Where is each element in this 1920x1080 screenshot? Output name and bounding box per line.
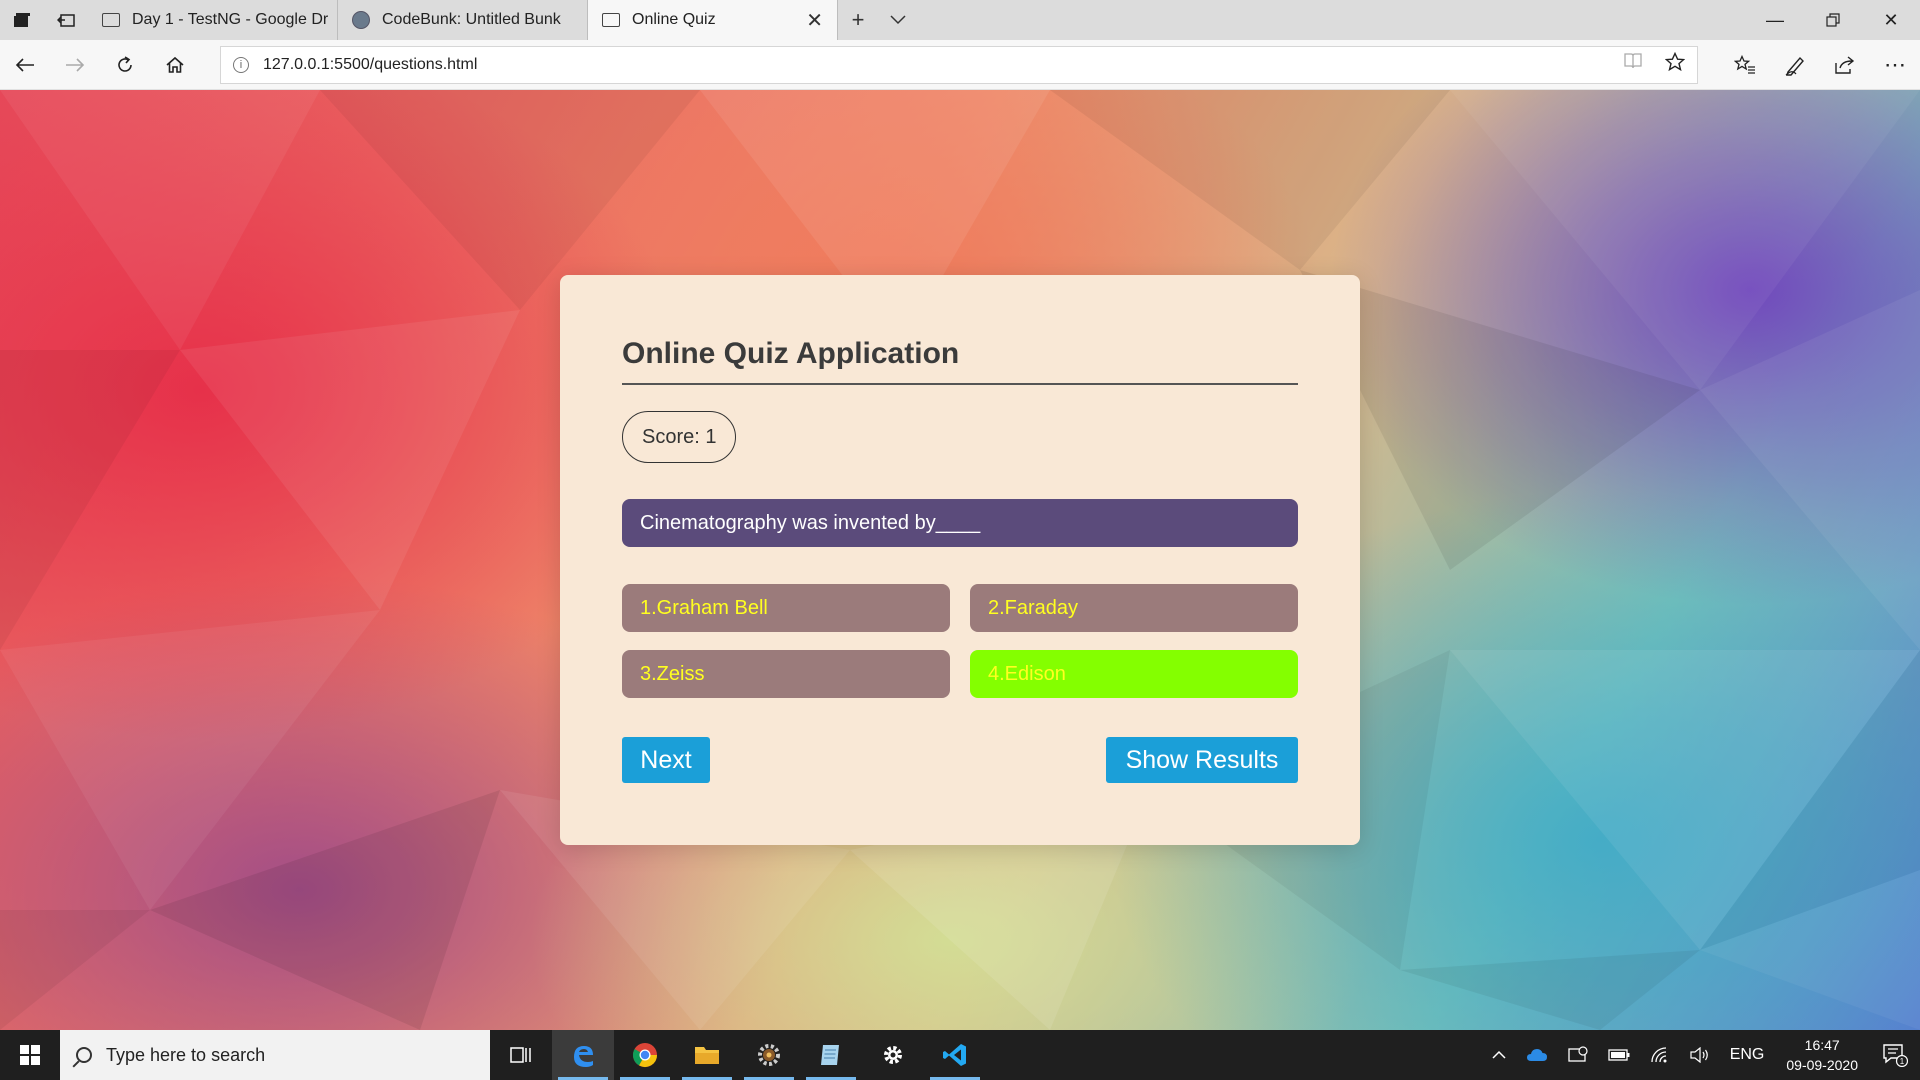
page-background: Online Quiz Application Score: 1 Cinemat… — [0, 90, 1920, 1030]
settings-icon[interactable] — [862, 1030, 924, 1080]
codebunk-icon — [352, 11, 370, 29]
page-icon — [102, 13, 120, 27]
share-icon[interactable] — [1820, 40, 1870, 90]
new-tab-icon[interactable]: + — [838, 0, 878, 40]
clock-date: 09-09-2020 — [1786, 1057, 1858, 1073]
reading-view-icon[interactable] — [1623, 52, 1643, 78]
volume-icon[interactable] — [1680, 1047, 1720, 1063]
action-center-icon[interactable]: 1 — [1870, 1043, 1920, 1067]
back-icon[interactable] — [0, 40, 50, 90]
tab-codebunk[interactable]: CodeBunk: Untitled Bunk — [338, 0, 588, 40]
tab-list-chevron-icon[interactable] — [878, 0, 918, 40]
windows-logo-icon — [20, 1045, 40, 1065]
web-note-pen-icon[interactable] — [1770, 40, 1820, 90]
chrome-icon[interactable] — [614, 1030, 676, 1080]
question-text: Cinematography was invented by____ — [622, 499, 1298, 547]
quiz-card: Online Quiz Application Score: 1 Cinemat… — [560, 275, 1360, 845]
tab-title: Online Quiz — [632, 11, 716, 28]
restore-icon[interactable] — [1804, 0, 1862, 40]
minimize-icon[interactable]: — — [1746, 0, 1804, 40]
option-1[interactable]: 1.Graham Bell — [622, 584, 950, 632]
tab-actions-icon[interactable] — [0, 0, 44, 40]
task-view-icon[interactable] — [490, 1030, 552, 1080]
file-explorer-icon[interactable] — [676, 1030, 738, 1080]
browser-toolbar: i 127.0.0.1:5500/questions.html ⋯ — [0, 40, 1920, 90]
score-badge: Score: 1 — [622, 411, 737, 463]
set-tabs-aside-icon[interactable] — [44, 0, 88, 40]
gear-app-icon[interactable] — [738, 1030, 800, 1080]
refresh-icon[interactable] — [100, 40, 150, 90]
page-icon — [602, 13, 620, 27]
option-3[interactable]: 3.Zeiss — [622, 650, 950, 698]
notes-app-icon[interactable] — [800, 1030, 862, 1080]
tab-title: CodeBunk: Untitled Bunk — [382, 11, 561, 28]
wifi-icon[interactable] — [1640, 1047, 1680, 1063]
site-info-icon[interactable]: i — [233, 57, 249, 73]
show-results-button[interactable]: Show Results — [1106, 737, 1298, 783]
tab-testng[interactable]: Day 1 - TestNG - Google Dr — [88, 0, 338, 40]
windows-taskbar: Type here to search ENG 16:47 09-09-2020… — [0, 1030, 1920, 1080]
home-icon[interactable] — [150, 40, 200, 90]
system-tray: ENG 16:47 09-09-2020 1 — [1482, 1030, 1920, 1080]
vscode-icon[interactable] — [924, 1030, 986, 1080]
more-options-icon[interactable]: ⋯ — [1870, 40, 1920, 90]
start-button[interactable] — [0, 1030, 60, 1080]
forward-icon[interactable] — [50, 40, 100, 90]
battery-icon[interactable] — [1598, 1049, 1640, 1061]
show-hidden-icons-chevron-icon[interactable] — [1482, 1050, 1516, 1060]
address-bar[interactable]: i 127.0.0.1:5500/questions.html — [220, 46, 1698, 84]
taskbar-search[interactable]: Type here to search — [60, 1030, 490, 1080]
clock-time: 16:47 — [1804, 1037, 1840, 1053]
close-window-icon[interactable]: ✕ — [1862, 0, 1920, 40]
search-icon — [76, 1047, 92, 1063]
system-clock[interactable]: 16:47 09-09-2020 — [1774, 1035, 1870, 1075]
edge-icon[interactable] — [552, 1030, 614, 1080]
url-text[interactable]: 127.0.0.1:5500/questions.html — [263, 56, 477, 74]
browser-titlebar: Day 1 - TestNG - Google Dr CodeBunk: Unt… — [0, 0, 1920, 40]
next-button[interactable]: Next — [622, 737, 710, 783]
search-placeholder: Type here to search — [106, 1044, 266, 1065]
option-4[interactable]: 4.Edison — [970, 650, 1298, 698]
option-2[interactable]: 2.Faraday — [970, 584, 1298, 632]
favorites-hub-icon[interactable] — [1720, 40, 1770, 90]
quiz-title: Online Quiz Application — [622, 337, 960, 370]
close-tab-icon[interactable]: ✕ — [806, 8, 823, 33]
security-app-icon[interactable] — [1558, 1046, 1598, 1064]
favorite-star-icon[interactable] — [1664, 51, 1686, 78]
tab-title: Day 1 - TestNG - Google Dr — [132, 11, 329, 28]
title-divider — [622, 383, 1298, 385]
notification-count: 1 — [1900, 1057, 1905, 1066]
input-language[interactable]: ENG — [1720, 1046, 1775, 1064]
onedrive-cloud-icon[interactable] — [1516, 1048, 1558, 1062]
tab-online-quiz[interactable]: Online Quiz ✕ — [588, 0, 838, 40]
